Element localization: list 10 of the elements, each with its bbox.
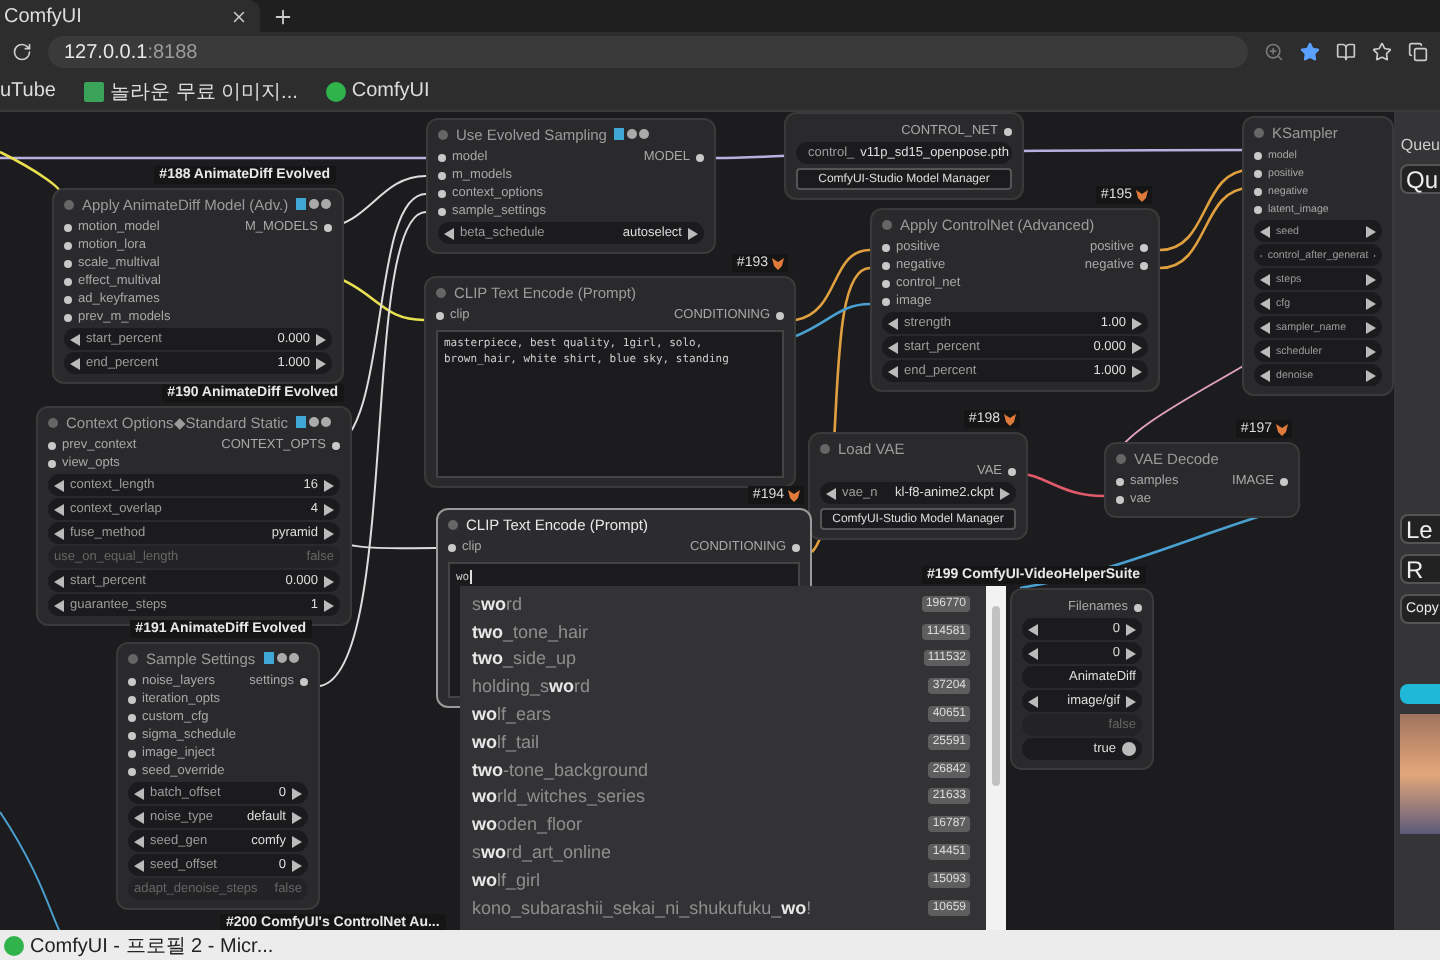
- bookmark-link[interactable]: uTube: [0, 80, 56, 102]
- address-field[interactable]: 127.0.0.1:8188: [48, 36, 1248, 68]
- bookmark-link[interactable]: 놀라운 무료 이미지...: [83, 77, 298, 105]
- bookmark-link[interactable]: ComfyUI: [325, 80, 430, 102]
- menu-button[interactable]: R: [1400, 554, 1440, 584]
- browser-tab[interactable]: ComfyUI: [0, 0, 260, 32]
- queue-label: Queu: [1400, 136, 1440, 154]
- taskbar-item[interactable]: ComfyUI - 프로필 2 - Micr...: [4, 931, 274, 959]
- menu-button[interactable]: Le: [1400, 514, 1440, 544]
- queue-button[interactable]: Qu: [1400, 164, 1440, 194]
